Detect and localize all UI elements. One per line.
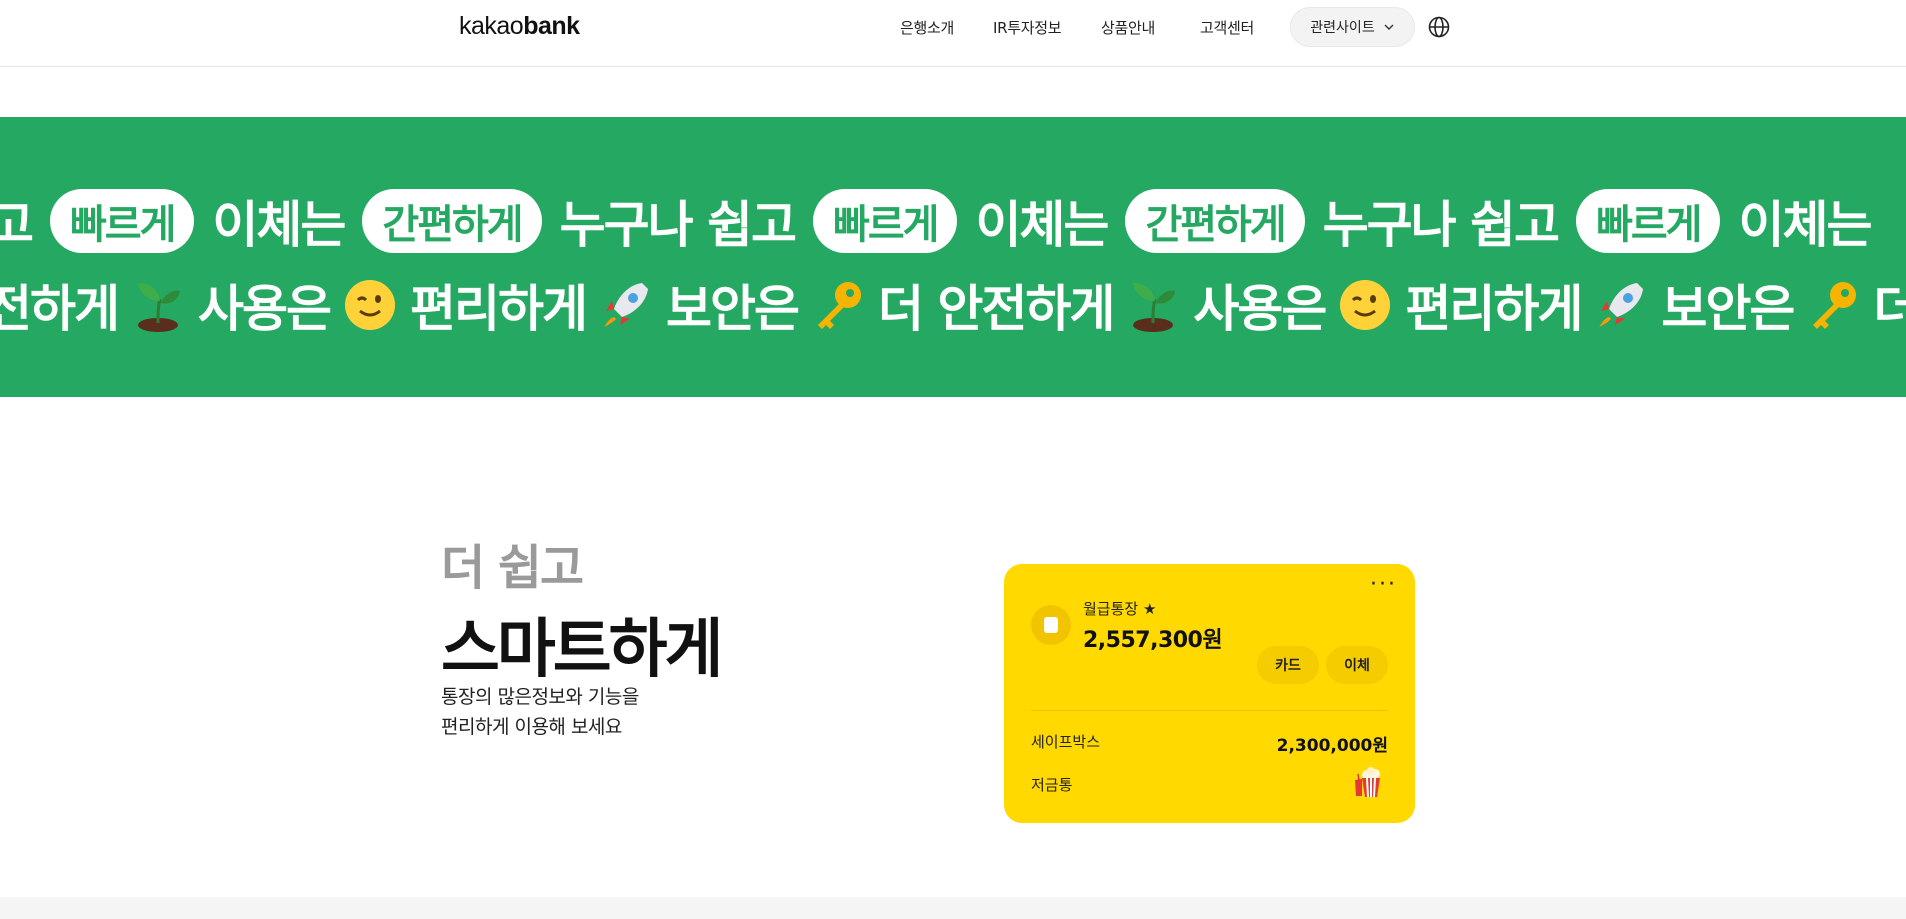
sprout-emoji-icon [130, 277, 186, 333]
nav-item-ir[interactable]: IR투자정보 [993, 17, 1062, 38]
related-sites-label: 관련사이트 [1310, 20, 1375, 36]
slogan-text: 편리하게 [1405, 280, 1583, 338]
feature-desc-line-1: 통장의 많은정보와 기능을 [441, 686, 639, 708]
account-balance: 2,557,300원 [1083, 628, 1223, 653]
slogan-text: 이체는 [1738, 196, 1872, 254]
slogan-text: 이체는 [975, 196, 1109, 254]
slogan-text: 누구나 쉽고 [559, 196, 797, 254]
account-name: 월급통장 ★ [1083, 600, 1157, 618]
logo-part-kakao: kakao [459, 12, 524, 40]
slogan-pill: 간편하게 [362, 189, 542, 253]
next-section-edge [0, 897, 1906, 919]
site-header: kakaobank 은행소개 IR투자정보 상품안내 고객센터 관련사이트 [0, 0, 1906, 67]
related-sites-dropdown[interactable]: 관련사이트 [1290, 7, 1415, 47]
feature-subtitle: 더 쉽고 [441, 540, 584, 596]
transfer-button[interactable]: 이체 [1326, 646, 1388, 684]
feature-desc-line-2: 편리하게 이용해 보세요 [441, 716, 622, 738]
slogan-text: 보안은 [666, 280, 800, 338]
kakaobank-logo[interactable]: kakaobank [459, 12, 580, 41]
globe-icon[interactable] [1428, 16, 1450, 38]
slogan-text: 전하게 [0, 280, 120, 338]
nav-item-products[interactable]: 상품안내 [1101, 17, 1155, 38]
wink-emoji-icon [1337, 277, 1393, 333]
sprout-emoji-icon [1125, 277, 1181, 333]
slogan-text: 이체는 [212, 196, 346, 254]
piggybank-label: 저금통 [1031, 776, 1073, 794]
marquee-row-2: 전하게 사용은 편리하게 보안은 더 안전하게 사용은 편리하게 보안은 더 [0, 269, 1906, 341]
slogan-text: 편리하게 [410, 280, 588, 338]
logo-part-bank: bank [523, 12, 580, 40]
slogan-pill: 빠르게 [1576, 189, 1721, 253]
slogan-text: 보안은 [1661, 280, 1795, 338]
account-card: ··· 월급통장 ★ 2,557,300원 카드 이체 세이프박스 2,300,… [1004, 564, 1415, 823]
card-divider [1031, 710, 1388, 711]
safebox-label: 세이프박스 [1031, 733, 1101, 751]
rocket-emoji-icon [1593, 277, 1649, 333]
slogan-text: 사용은 [198, 280, 332, 338]
slogan-text: 고 [0, 196, 34, 254]
feature-title: 스마트하게 [441, 613, 723, 687]
slogan-text: 사용은 [1193, 280, 1327, 338]
slogan-pill: 빠르게 [50, 189, 195, 253]
slogan-text: 누구나 쉽고 [1322, 196, 1560, 254]
nav-item-about[interactable]: 은행소개 [900, 17, 954, 38]
rocket-emoji-icon [598, 277, 654, 333]
marquee-row-1: 고 빠르게 이체는 간편하게 누구나 쉽고 빠르게 이체는 간편하게 누구나 쉽고 빠르게 이체는 [0, 185, 1878, 257]
popcorn-icon [1355, 767, 1380, 798]
safebox-value: 2,300,000원 [1276, 736, 1388, 756]
wink-emoji-icon [342, 277, 398, 333]
nav-item-support[interactable]: 고객센터 [1200, 17, 1254, 38]
slogan-text: 더 안전하게 [878, 280, 1115, 338]
slogan-text: 더 [1873, 280, 1906, 338]
more-options-icon[interactable]: ··· [1370, 572, 1397, 597]
feature-description: 통장의 많은정보와 기능을 편리하게 이용해 보세요 [441, 682, 639, 742]
bank-coin-icon [1031, 605, 1071, 645]
card-button[interactable]: 카드 [1257, 646, 1319, 684]
slogan-marquee-banner: 고 빠르게 이체는 간편하게 누구나 쉽고 빠르게 이체는 간편하게 누구나 쉽고 빠르게 이체는 … [0, 117, 1906, 397]
slogan-pill: 빠르게 [813, 189, 958, 253]
chevron-down-icon [1384, 24, 1394, 30]
slogan-pill: 간편하게 [1125, 189, 1305, 253]
key-emoji-icon [810, 277, 866, 333]
key-emoji-icon [1805, 277, 1861, 333]
